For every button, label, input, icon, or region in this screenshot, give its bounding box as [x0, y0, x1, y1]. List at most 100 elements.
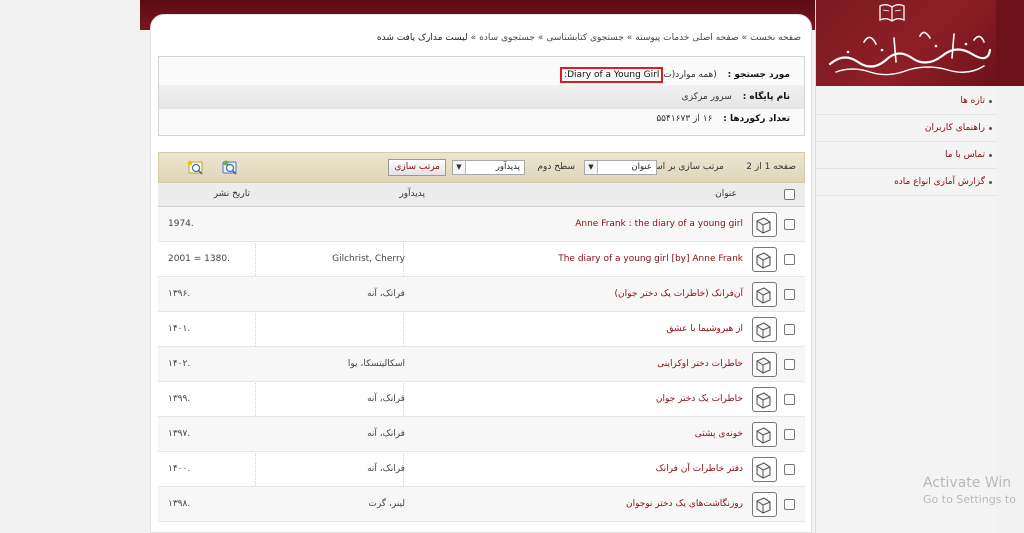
- row-date: ۱۳۹۶.: [168, 289, 191, 299]
- chevron-down-icon: ▼: [585, 161, 598, 174]
- table-row: The diary of a young girl [by] Anne Fran…: [158, 242, 805, 277]
- breadcrumb-separator: »: [626, 33, 633, 43]
- row-checkbox[interactable]: [784, 359, 795, 370]
- book-record-icon[interactable]: [752, 282, 777, 307]
- row-title-link[interactable]: خاطرات یک دختر جوان: [656, 394, 743, 404]
- book-record-icon[interactable]: [752, 212, 777, 237]
- query-value-highlight: :Diary of a Young Girl: [560, 67, 664, 83]
- row-title-link[interactable]: Anne Frank : the diary of a young girl: [575, 219, 743, 229]
- level2-value: پدیدآور: [495, 162, 520, 172]
- row-title-link[interactable]: The diary of a young girl [by] Anne Fran…: [558, 254, 743, 264]
- row-checkbox[interactable]: [784, 289, 795, 300]
- db-row: نام پایگاه : سرور مرکزی: [682, 89, 790, 105]
- sidebar-item-stats-report[interactable]: گزارش آماری انواع ماده: [816, 169, 997, 196]
- book-record-icon[interactable]: [752, 457, 777, 482]
- row-checkbox[interactable]: [784, 394, 795, 405]
- book-record-icon[interactable]: [752, 387, 777, 412]
- row-date: ۱۳۹۸.: [168, 499, 191, 509]
- query-value: :Diary of a Young Girl: [564, 70, 660, 80]
- table-row: خاطرات یک دختر جوان فرانک، آنه ۱۳۹۹.: [158, 382, 805, 417]
- header-author: پدیدآور: [399, 189, 425, 199]
- book-record-icon[interactable]: [752, 247, 777, 272]
- row-author: اسکالیتسکا، یوا: [347, 359, 405, 369]
- row-author: لینر، گرت: [368, 499, 405, 509]
- breadcrumb-current: لیست مدارک یافت شده: [376, 33, 468, 43]
- row-checkbox[interactable]: [784, 254, 795, 265]
- breadcrumb-separator: »: [470, 33, 477, 43]
- print-preview-icon[interactable]: [221, 159, 241, 177]
- db-value: سرور مرکزی: [681, 92, 732, 102]
- table-row: خاطرات دختر اوکراینی اسکالیتسکا، یوا ۱۴۰۲.: [158, 347, 805, 382]
- breadcrumb: صفحه نخست»صفحه اصلی خدمات پیوسته»جستجوی …: [377, 33, 801, 43]
- table-row: خونه‌ی پشتی فرانک، آنه ۱۳۹۷.: [158, 417, 805, 452]
- sort-by-select[interactable]: عنوان ▼: [584, 160, 657, 175]
- row-checkbox[interactable]: [784, 499, 795, 510]
- side-menu: تازه ها راهنمای کاربران تماس با ما گزارش…: [816, 88, 997, 196]
- table-row: از هیروشیما با عشق ۱۴۰۱.: [158, 312, 805, 347]
- watermark-line1: Activate Win: [923, 475, 1012, 491]
- sidebar: تازه ها راهنمای کاربران تماس با ما گزارش…: [815, 0, 997, 533]
- row-checkbox[interactable]: [784, 324, 795, 335]
- count-label: تعداد رکوردها :: [723, 114, 790, 124]
- query-label: مورد جستجو :: [727, 70, 790, 80]
- breadcrumb-simple-search[interactable]: جستجوی ساده: [479, 33, 535, 43]
- breadcrumb-bibliography[interactable]: جستجوی کتابشناسی: [546, 33, 623, 43]
- row-date: 2001 = 1380.: [168, 254, 230, 264]
- select-all-checkbox[interactable]: [784, 189, 795, 200]
- table-row: Anne Frank : the diary of a young girl 19…: [158, 207, 805, 242]
- sidebar-item-user-guide[interactable]: راهنمای کاربران: [816, 115, 997, 142]
- row-author: فرانک، آنه: [367, 289, 405, 299]
- row-date: ۱۴۰۲.: [168, 359, 191, 369]
- row-date: 1974.: [168, 219, 194, 229]
- row-author: فرانک، آنه: [367, 429, 405, 439]
- sidebar-item-contact[interactable]: تماس با ما: [816, 142, 997, 169]
- breadcrumb-home[interactable]: صفحه نخست: [750, 33, 801, 43]
- row-title-link[interactable]: از هیروشیما با عشق: [666, 324, 743, 334]
- row-title-link[interactable]: آن‌فرانک (خاطرات یک دختر جوان): [615, 289, 743, 299]
- row-date: ۱۴۰۰.: [168, 464, 191, 474]
- watermark-line2: Go to Settings to: [923, 493, 1016, 506]
- results-toolbar: صفحه 1 از 2 مرتب سازی بر اساس عنوان ▼ سط…: [158, 152, 805, 183]
- count-value: ۱۶ از ۵۵۴۱۶۷۳: [656, 114, 713, 124]
- search-info-box: مورد جستجو : (همه موارد(ت:Diary of a You…: [158, 56, 805, 136]
- table-row: آن‌فرانک (خاطرات یک دختر جوان) فرانک، آنه…: [158, 277, 805, 312]
- row-checkbox[interactable]: [784, 464, 795, 475]
- breadcrumb-services[interactable]: صفحه اصلی خدمات پیوسته: [635, 33, 738, 43]
- table-row: روزنگاشت‌های یک دختر نوجوان لینر، گرت ۱۳۹۸…: [158, 487, 805, 522]
- chevron-down-icon: ▼: [453, 161, 466, 174]
- sidebar-item-news[interactable]: تازه ها: [816, 88, 997, 115]
- row-date: ۱۴۰۱.: [168, 324, 191, 334]
- row-title-link[interactable]: دفتر خاطرات آن فرانک: [656, 464, 743, 474]
- book-logo-icon: [879, 4, 905, 22]
- library-logo[interactable]: [816, 0, 997, 86]
- count-row: تعداد رکوردها : ۱۶ از ۵۵۴۱۶۷۳: [656, 111, 790, 127]
- export-icon[interactable]: [187, 159, 207, 177]
- row-title-link[interactable]: خونه‌ی پشتی: [695, 429, 743, 439]
- table-header: عنوان پدیدآور تاریخ نشر: [158, 183, 805, 207]
- breadcrumb-separator: »: [537, 33, 544, 43]
- header-date: تاریخ نشر: [213, 189, 250, 199]
- row-author: Gilchrist, Cherry: [332, 254, 405, 264]
- header-right-edge: [996, 0, 1024, 86]
- book-record-icon[interactable]: [752, 352, 777, 377]
- book-record-icon[interactable]: [752, 317, 777, 342]
- level2-select[interactable]: پدیدآور ▼: [452, 160, 525, 175]
- query-row: مورد جستجو : (همه موارد(ت:Diary of a You…: [560, 67, 790, 83]
- sort-by-value: عنوان: [631, 162, 652, 172]
- book-record-icon[interactable]: [752, 492, 777, 517]
- results-table: عنوان پدیدآور تاریخ نشر Anne Frank : the…: [158, 183, 805, 522]
- level2-label: سطح دوم: [537, 162, 575, 172]
- query-prefix: (همه موارد(ت: [663, 70, 717, 80]
- row-title-link[interactable]: خاطرات دختر اوکراینی: [657, 359, 743, 369]
- row-author: فرانک، آنه: [367, 394, 405, 404]
- book-record-icon[interactable]: [752, 422, 777, 447]
- row-author: فرانک، آنه: [367, 464, 405, 474]
- row-date: ۱۳۹۷.: [168, 429, 191, 439]
- table-row: دفتر خاطرات آن فرانک فرانک، آنه ۱۴۰۰.: [158, 452, 805, 487]
- sort-button[interactable]: مرتب سازی: [388, 159, 446, 176]
- row-checkbox[interactable]: [784, 429, 795, 440]
- row-checkbox[interactable]: [784, 219, 795, 230]
- calligraphy-logo: [828, 31, 992, 76]
- row-title-link[interactable]: روزنگاشت‌های یک دختر نوجوان: [626, 499, 743, 509]
- row-date: ۱۳۹۹.: [168, 394, 191, 404]
